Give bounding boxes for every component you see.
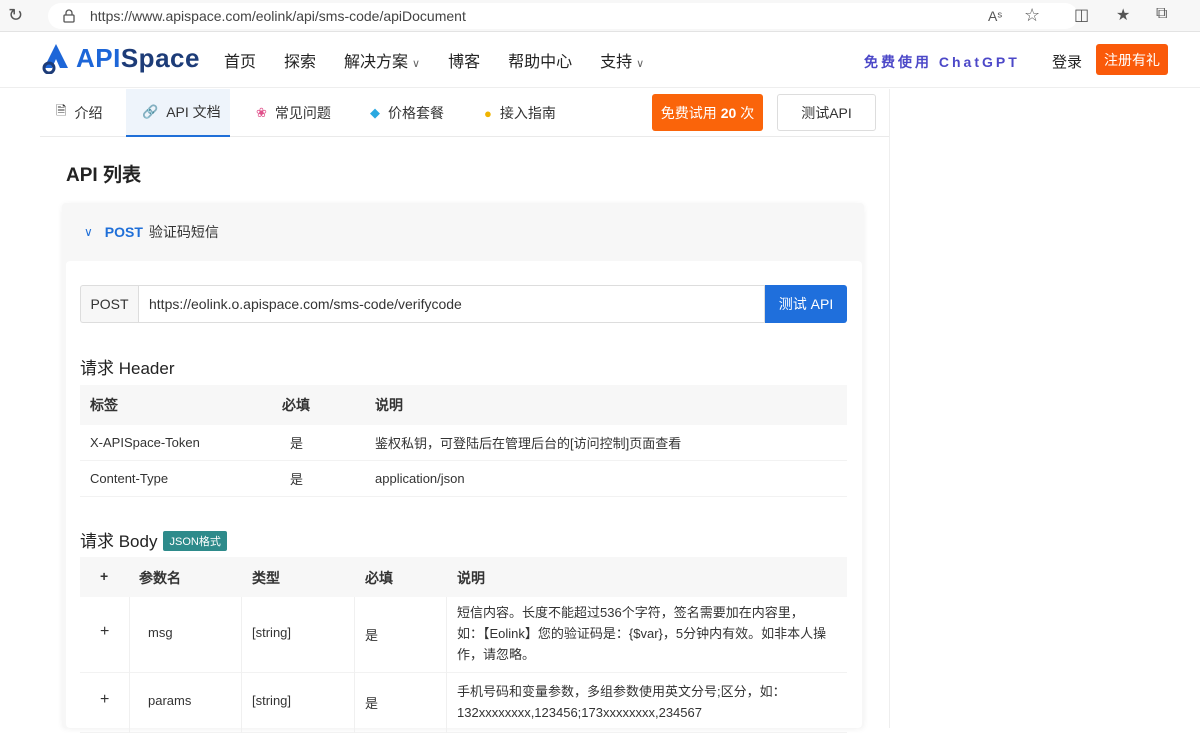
browser-toolbar: ↻ https://www.apispace.com/eolink/api/sm…	[0, 0, 1200, 32]
column-header: 必填	[365, 570, 393, 586]
nav-support[interactable]: 支持 ∨	[600, 48, 644, 72]
column-header: 说明	[457, 570, 485, 586]
chatgpt-promo-link[interactable]: 免费使用 ChatGPT	[864, 52, 1020, 72]
param-description: 手机号码和变量参数，多组参数使用英文分号;区分，如： 132xxxxxxxx,1…	[457, 684, 786, 720]
table-row: Content-Type 是 application/json	[80, 461, 847, 497]
logo-text: APISpace	[76, 42, 200, 73]
apispace-logo[interactable]: APISpace	[42, 42, 200, 74]
request-method: POST	[80, 285, 138, 323]
table-cell: 是	[290, 472, 304, 487]
table-row: X-APISpace-Token 是 鉴权私钥，可登陆后在管理后台的[访问控制]…	[80, 425, 847, 461]
collections-icon[interactable]: ⧉	[1156, 5, 1167, 23]
param-required: 是	[365, 696, 379, 711]
doc-tabs: 🗎 介绍 🔗 API 文档 ❀ 常见问题 ◆ 价格套餐 ● 接入指南 免费试用 20 次 测试…	[40, 89, 889, 137]
logo-mark-icon	[42, 44, 68, 74]
request-url-row: POST https://eolink.o.apispace.com/sms-c…	[80, 285, 847, 323]
login-link[interactable]: 登录	[1052, 51, 1082, 72]
column-header: 类型	[252, 570, 280, 586]
tab-faq[interactable]: ❀ 常见问题	[256, 89, 352, 137]
read-aloud-icon[interactable]: Aˢ	[988, 8, 1002, 24]
param-type: [string]	[252, 693, 292, 708]
nav-explore[interactable]: 探索	[284, 48, 316, 72]
link-icon: 🔗	[142, 104, 159, 119]
diamond-icon: ◆	[370, 105, 380, 120]
lock-icon	[63, 8, 75, 23]
flower-icon: ❀	[256, 105, 267, 120]
favorite-star-icon[interactable]: ☆	[1024, 5, 1040, 26]
column-header: 说明	[375, 397, 403, 413]
request-body-title: 请求 Body JSON格式	[80, 527, 227, 552]
tab-pricing[interactable]: ◆ 价格套餐	[370, 89, 466, 137]
tab-intro[interactable]: 🗎 介绍	[54, 89, 122, 137]
url-text: https://www.apispace.com/eolink/api/sms-…	[90, 7, 466, 24]
tab-api-docs[interactable]: 🔗 API 文档	[126, 89, 230, 137]
api-endpoint-card: ∨ POST 验证码短信 POST https://eolink.o.apisp…	[62, 203, 864, 733]
param-type: [string]	[252, 625, 292, 640]
table-cell: Content-Type	[90, 471, 169, 486]
expand-row-icon[interactable]: +	[100, 623, 109, 641]
table-row: + msg [string] 是 短信内容。长度不能超过536个字符，签名需要加…	[80, 597, 847, 673]
endpoint-body: POST https://eolink.o.apispace.com/sms-c…	[66, 261, 862, 733]
bulb-icon: ●	[484, 105, 492, 121]
endpoint-name: 验证码短信	[148, 224, 219, 240]
json-format-badge: JSON格式	[163, 531, 227, 551]
table-cell: 是	[290, 436, 304, 451]
split-screen-icon[interactable]: ◫	[1074, 5, 1089, 25]
chevron-down-icon: ∨	[84, 225, 93, 239]
param-name: msg	[148, 625, 173, 640]
request-header-title: 请求 Header	[80, 359, 175, 378]
nav-solutions[interactable]: 解决方案 ∨	[344, 48, 420, 72]
nav-help[interactable]: 帮助中心	[508, 48, 572, 72]
table-cell: application/json	[375, 471, 465, 486]
chevron-down-icon: ∨	[412, 58, 421, 70]
body-table: + 参数名 类型 必填 说明 + msg [string] 是 短信内容。长度不…	[80, 557, 847, 733]
param-description: 短信内容。长度不能超过536个字符，签名需要加在内容里， 如：【Eolink】您…	[457, 605, 827, 662]
expand-row-icon[interactable]: +	[100, 691, 109, 709]
table-cell: 鉴权私钥，可登陆后在管理后台的[访问控制]页面查看	[375, 436, 682, 451]
request-url-field[interactable]: https://eolink.o.apispace.com/sms-code/v…	[138, 285, 765, 323]
header-table: 标签 必填 说明 X-APISpace-Token 是 鉴权私钥，可登陆后在管理…	[80, 385, 847, 497]
body-table-head: + 参数名 类型 必填 说明	[80, 557, 847, 597]
nav-home[interactable]: 首页	[224, 48, 256, 72]
favorites-icon[interactable]: ★	[1116, 5, 1130, 25]
api-list-title: API 列表	[66, 165, 141, 186]
nav-blog[interactable]: 博客	[448, 48, 480, 72]
reload-icon[interactable]: ↻	[8, 5, 32, 26]
address-bar[interactable]: https://www.apispace.com/eolink/api/sms-…	[48, 2, 1078, 29]
table-row: + params [string] 是 手机号码和变量参数，多组参数使用英文分号…	[80, 673, 847, 733]
chevron-down-icon: ∨	[636, 58, 645, 70]
expand-all-icon[interactable]: +	[100, 568, 108, 584]
doc-icon: 🗎	[56, 103, 67, 118]
table-cell: X-APISpace-Token	[90, 435, 200, 450]
header-table-head: 标签 必填 说明	[80, 385, 847, 425]
column-header: 参数名	[139, 570, 181, 586]
api-document-panel: 🗎 介绍 🔗 API 文档 ❀ 常见问题 ◆ 价格套餐 ● 接入指南 免费试用 20 次 测试…	[40, 89, 890, 733]
param-name: params	[148, 693, 192, 708]
column-header: 必填	[282, 397, 310, 413]
column-header: 标签	[90, 397, 118, 413]
test-api-button[interactable]: 测试API	[777, 94, 876, 131]
endpoint-header[interactable]: ∨ POST 验证码短信	[62, 203, 864, 261]
site-header: APISpace 首页 探索 解决方案 ∨ 博客 帮助中心 支持 ∨ 免费使用 Ch…	[0, 32, 1200, 88]
tab-guide[interactable]: ● 接入指南	[484, 89, 580, 137]
test-api-submit-button[interactable]: 测试 API	[765, 285, 847, 323]
register-button[interactable]: 注册有礼	[1096, 44, 1168, 75]
main-nav: 首页 探索 解决方案 ∨ 博客 帮助中心 支持 ∨	[224, 32, 672, 88]
param-required: 是	[365, 628, 379, 643]
endpoint-method: POST	[104, 224, 143, 240]
free-trial-button[interactable]: 免费试用 20 次	[652, 94, 763, 131]
